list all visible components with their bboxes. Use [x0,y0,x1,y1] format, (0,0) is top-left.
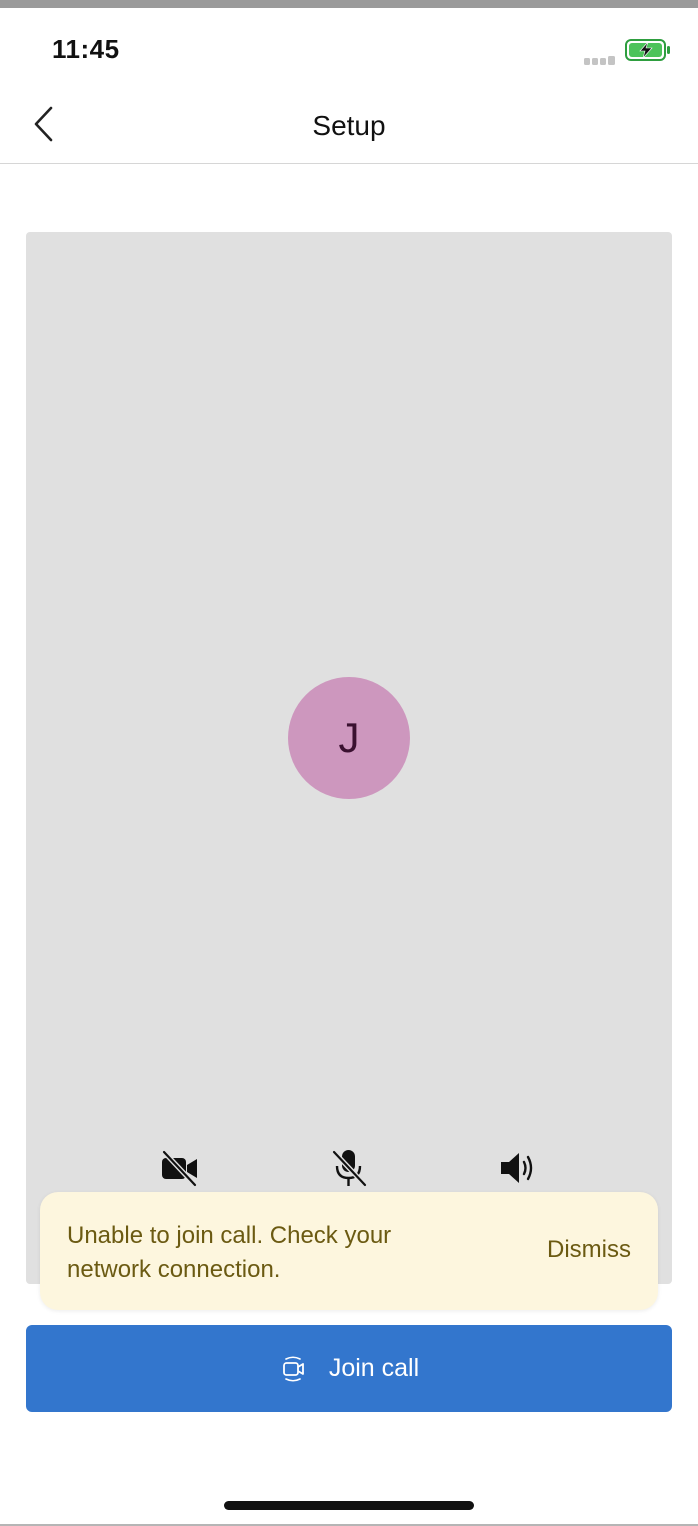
battery-charging-icon [625,39,671,61]
mic-off-icon [329,1148,369,1193]
join-call-label: Join call [328,1354,420,1382]
home-indicator[interactable] [224,1501,474,1510]
status-time: 11:45 [52,34,120,64]
speaker-icon [498,1150,538,1191]
page-title: Setup [312,110,386,141]
dismiss-button[interactable]: Dismiss [547,1236,631,1264]
video-preview: J [26,232,672,1284]
top-edge [0,0,698,8]
microphone-toggle-button[interactable] [323,1148,375,1192]
navigation-bar: Setup [0,88,698,164]
join-call-button[interactable]: Join call [26,1325,672,1412]
signal-icon [584,52,616,65]
camera-off-icon [160,1149,200,1192]
error-toast: Unable to join call. Check your network … [40,1192,658,1310]
toast-message: Unable to join call. Check your network … [67,1222,392,1283]
camera-toggle-button[interactable] [154,1148,206,1192]
video-call-icon [279,1355,307,1383]
avatar: J [288,677,410,799]
speaker-toggle-button[interactable] [492,1148,544,1192]
status-bar: 11:45 [0,8,698,88]
